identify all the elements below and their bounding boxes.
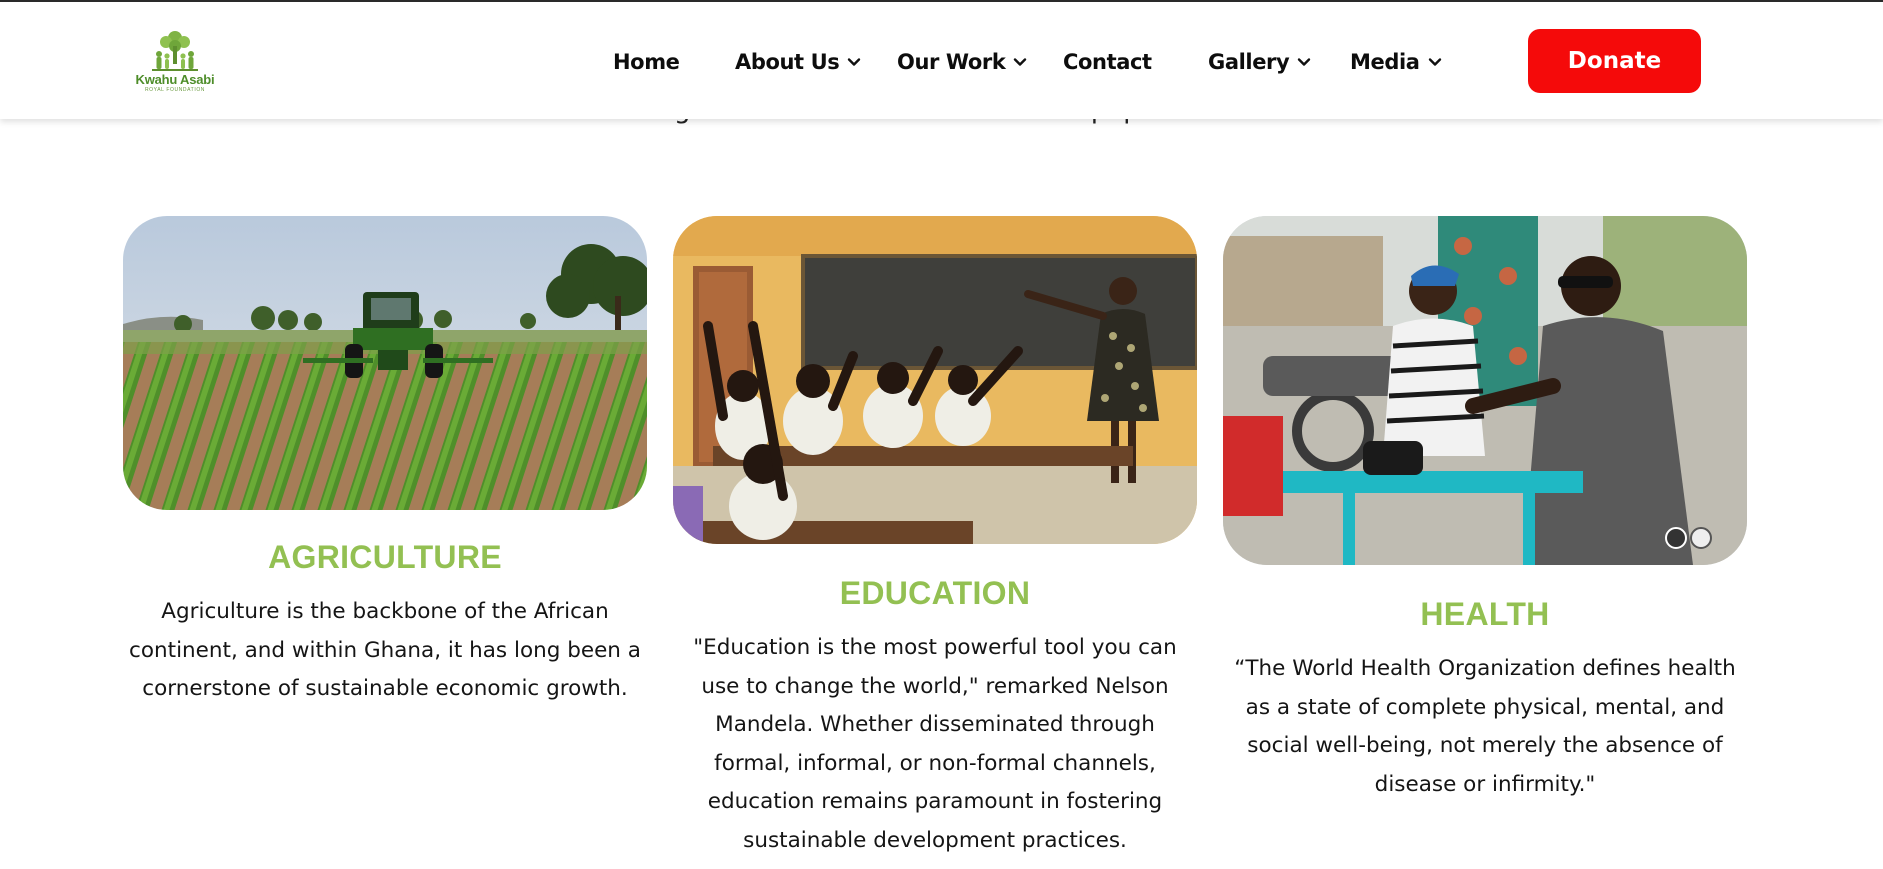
card-text-line: social well-being, not merely the absenc… bbox=[1247, 733, 1723, 758]
card-text-line: continent, and within Ghana, it has long… bbox=[129, 637, 641, 663]
chevron-down-icon bbox=[1014, 58, 1027, 66]
card-text-line: education remains paramount in fostering bbox=[707, 789, 1163, 814]
chevron-down-icon bbox=[1298, 58, 1311, 66]
nav-contact[interactable]: Contact bbox=[1063, 48, 1152, 76]
nav-media-label: Media bbox=[1350, 50, 1420, 74]
card-text-line: as a state of complete physical, mental,… bbox=[1245, 694, 1725, 720]
nav-contact-label: Contact bbox=[1063, 50, 1152, 74]
card-text-line: cornerstone of sustainable economic grow… bbox=[142, 676, 628, 701]
nav-home[interactable]: Home bbox=[613, 48, 680, 76]
nav-media[interactable]: Media bbox=[1350, 48, 1442, 76]
card-text-line: use to change the world," remarked Nelso… bbox=[701, 673, 1169, 699]
nav-our-work-label: Our Work bbox=[897, 50, 1006, 74]
card-text-line: disease or infirmity." bbox=[1374, 771, 1596, 797]
card-text-line: Agriculture is the backbone of the Afric… bbox=[161, 599, 609, 624]
card-education: EDUCATION "Education is the most powerfu… bbox=[673, 216, 1197, 860]
classroom-photo bbox=[673, 216, 1197, 544]
card-text-line: “The World Health Organization defines h… bbox=[1234, 656, 1736, 681]
tree-family-logo-icon bbox=[152, 31, 198, 71]
logo-subtext: ROYAL FOUNDATION bbox=[144, 87, 206, 93]
nav-gallery[interactable]: Gallery bbox=[1208, 48, 1311, 76]
card-title: EDUCATION bbox=[839, 575, 1031, 611]
card-text-line: sustainable development practices. bbox=[743, 827, 1127, 853]
nav-gallery-label: Gallery bbox=[1208, 50, 1290, 74]
nav-home-label: Home bbox=[613, 50, 680, 74]
card-description: Agriculture is the backbone of the Afric… bbox=[123, 593, 647, 709]
card-description: “The World Health Organization defines h… bbox=[1223, 650, 1747, 804]
card-health: HEALTH “The World Health Organization de… bbox=[1223, 216, 1747, 804]
card-title: HEALTH bbox=[1420, 596, 1550, 632]
nav-our-work[interactable]: Our Work bbox=[897, 48, 1027, 76]
site-header: Kwahu Asabi ROYAL FOUNDATION Home About … bbox=[0, 2, 1883, 119]
card-description: "Education is the most powerful tool you… bbox=[673, 629, 1197, 860]
card-text-line: Mandela. Whether disseminated through bbox=[715, 712, 1155, 737]
nav-about-us-label: About Us bbox=[735, 50, 840, 74]
chevron-down-icon bbox=[848, 58, 861, 66]
chevron-down-icon bbox=[1428, 58, 1441, 66]
farm-tractor-photo bbox=[123, 216, 647, 510]
logo-text: Kwahu Asabi bbox=[135, 72, 215, 87]
nav-about-us[interactable]: About Us bbox=[735, 48, 861, 76]
health-screening-photo bbox=[1223, 216, 1747, 565]
watermark-badge-icon bbox=[1690, 527, 1712, 549]
card-title: AGRICULTURE bbox=[268, 539, 502, 575]
card-text-line: "Education is the most powerful tool you… bbox=[693, 635, 1177, 660]
card-text-line: formal, informal, or non-formal channels… bbox=[714, 750, 1156, 776]
site-logo[interactable]: Kwahu Asabi ROYAL FOUNDATION bbox=[132, 30, 218, 96]
watermark-badge-icon bbox=[1665, 527, 1687, 549]
card-agriculture: AGRICULTURE Agriculture is the backbone … bbox=[123, 216, 647, 709]
donate-button[interactable]: Donate bbox=[1528, 29, 1701, 93]
